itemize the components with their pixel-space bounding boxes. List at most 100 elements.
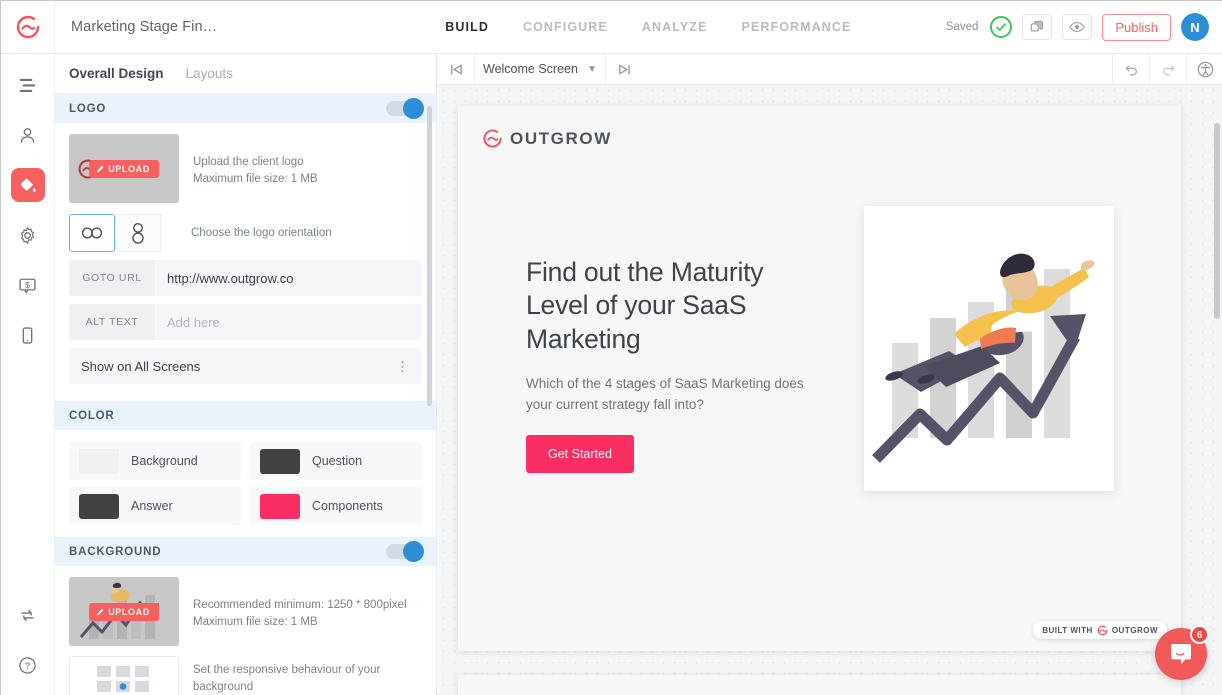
skip-back-icon (450, 64, 462, 74)
intercom-launcher[interactable]: 6 (1155, 625, 1209, 680)
section-title-logo: LOGO (69, 102, 107, 115)
color-swatch-background[interactable] (79, 448, 119, 474)
sidebar-item-help[interactable]: ? (11, 648, 45, 682)
logo-toggle[interactable] (386, 98, 424, 119)
screen-selector-label: Welcome Screen (483, 62, 578, 76)
mobile-device-icon (22, 326, 33, 344)
hero-content: Find out the Maturity Level of your SaaS… (526, 256, 826, 474)
design-icon (20, 177, 36, 192)
user-icon (20, 127, 35, 143)
tab-layouts[interactable]: Layouts (186, 66, 233, 81)
copy-icon (1031, 20, 1044, 32)
canvas-region: Welcome Screen ▼ OUTGROW Find out the Ma… (438, 54, 1222, 695)
goto-url-label: GOTO URL (69, 260, 155, 296)
screen-selector[interactable]: Welcome Screen ▼ (474, 54, 606, 84)
user-avatar[interactable]: N (1181, 13, 1209, 41)
tab-performance[interactable]: PERFORMANCE (741, 20, 851, 34)
hero-title[interactable]: Find out the Maturity Level of your SaaS… (526, 256, 826, 356)
logo-orientation-vertical[interactable] (115, 214, 161, 252)
background-section-body: UPLOAD Recommended minimum: 1250 * 800pi… (55, 566, 436, 695)
background-upload-label: UPLOAD (108, 606, 150, 617)
panel-tab-bar: Overall Design Layouts (55, 54, 436, 94)
sidebar-item-pricing[interactable]: $ (11, 268, 45, 302)
sidebar-item-user[interactable] (11, 118, 45, 152)
logo-orientation-label: Choose the logo orientation (191, 227, 332, 239)
background-help-line1: Recommended minimum: 1250 * 800pixel (193, 599, 407, 611)
get-started-button[interactable]: Get Started (526, 435, 634, 474)
color-swatch-components[interactable] (260, 493, 300, 519)
background-responsive-line1: Set the responsive behaviour of your bac… (193, 664, 381, 694)
section-title-background: BACKGROUND (69, 545, 162, 558)
logo-orientation-horizontal[interactable] (69, 214, 115, 252)
horizontal-orientation-icon (81, 227, 103, 239)
goto-url-field-row: GOTO URL (69, 260, 422, 296)
preview-button[interactable] (1062, 14, 1093, 40)
alt-text-field-row: ALT TEXT (69, 304, 422, 340)
top-bar-actions: Saved Publish N (946, 13, 1222, 41)
next-screen-button[interactable] (606, 54, 642, 84)
sync-icon (21, 609, 34, 621)
welcome-screen-card[interactable]: OUTGROW Find out the Maturity Level of y… (458, 106, 1181, 651)
accessibility-button[interactable] (1187, 54, 1222, 84)
show-on-all-screens-row[interactable]: Show on All Screens ⋮ (69, 348, 422, 384)
sidebar-item-settings[interactable] (11, 218, 45, 252)
outgrow-brand-logo[interactable] (1, 1, 55, 53)
color-cell-question[interactable]: Question (250, 442, 422, 480)
color-swatch-question[interactable] (260, 448, 300, 474)
goto-url-input[interactable] (155, 260, 422, 296)
logo-upload-button[interactable]: UPLOAD (89, 159, 159, 178)
background-upload-button[interactable]: UPLOAD (89, 602, 159, 621)
undo-icon (1125, 64, 1137, 75)
background-toggle[interactable] (386, 541, 424, 562)
tab-build[interactable]: BUILD (445, 20, 489, 34)
panel-scrollbar[interactable] (427, 106, 432, 406)
undo-button[interactable] (1113, 54, 1149, 84)
alt-text-input[interactable] (155, 304, 422, 340)
color-cell-answer[interactable]: Answer (69, 487, 241, 525)
background-responsive-selector[interactable] (69, 656, 179, 695)
built-with-label: BUILT WITH (1042, 625, 1093, 635)
built-with-outgrow-badge[interactable]: BUILT WITH OUTGROW (1033, 621, 1167, 639)
screen-logo[interactable]: OUTGROW (482, 128, 612, 149)
skip-forward-icon (618, 64, 630, 74)
section-header-logo: LOGO (55, 94, 436, 123)
background-upload-thumbnail[interactable]: UPLOAD (69, 577, 179, 646)
pencil-icon (96, 165, 104, 172)
sidebar-item-sync[interactable] (11, 598, 45, 632)
redo-button[interactable] (1150, 54, 1186, 84)
tab-analyze[interactable]: ANALYZE (642, 20, 708, 34)
hero-subtitle[interactable]: Which of the 4 stages of SaaS Marketing … (526, 374, 826, 415)
settings-gear-icon (20, 226, 35, 244)
logo-upload-help: Upload the client logo Maximum file size… (193, 134, 318, 203)
more-options-icon[interactable]: ⋮ (396, 360, 410, 373)
color-cell-components[interactable]: Components (250, 487, 422, 525)
vertical-orientation-icon (132, 222, 144, 244)
sidebar-item-mobile[interactable] (11, 318, 45, 352)
canvas-scrollbar[interactable] (1214, 123, 1220, 319)
sidebar-item-content[interactable] (11, 68, 45, 102)
document-title[interactable]: Marketing Stage Fin… (55, 19, 217, 35)
pencil-icon (96, 608, 104, 615)
next-screen-card[interactable]: OUTGROW (458, 675, 1181, 695)
first-screen-button[interactable] (438, 54, 474, 84)
logo-orientation-row: Choose the logo orientation (69, 214, 422, 252)
section-header-background: BACKGROUND (55, 537, 436, 566)
accessibility-icon (1197, 61, 1213, 77)
tab-overall-design[interactable]: Overall Design (69, 66, 164, 81)
publish-button[interactable]: Publish (1102, 13, 1171, 41)
intercom-unread-badge: 6 (1190, 625, 1209, 644)
chevron-down-icon: ▼ (587, 63, 597, 75)
svg-text:?: ? (25, 660, 30, 671)
hero-illustration (864, 206, 1114, 491)
logo-upload-thumbnail[interactable]: OW UPLOAD (69, 134, 179, 203)
duplicate-button[interactable] (1022, 14, 1053, 40)
canvas-scroll-area[interactable]: OUTGROW Find out the Maturity Level of y… (438, 85, 1222, 695)
tab-configure[interactable]: CONFIGURE (523, 20, 608, 34)
color-swatch-answer[interactable] (79, 493, 119, 519)
outgrow-logo-icon (483, 129, 502, 148)
left-icon-rail: $ ? (1, 54, 55, 695)
sidebar-item-design[interactable] (10, 168, 45, 202)
color-label-answer: Answer (131, 499, 173, 513)
color-cell-background[interactable]: Background (69, 442, 241, 480)
section-title-color: COLOR (69, 409, 115, 422)
